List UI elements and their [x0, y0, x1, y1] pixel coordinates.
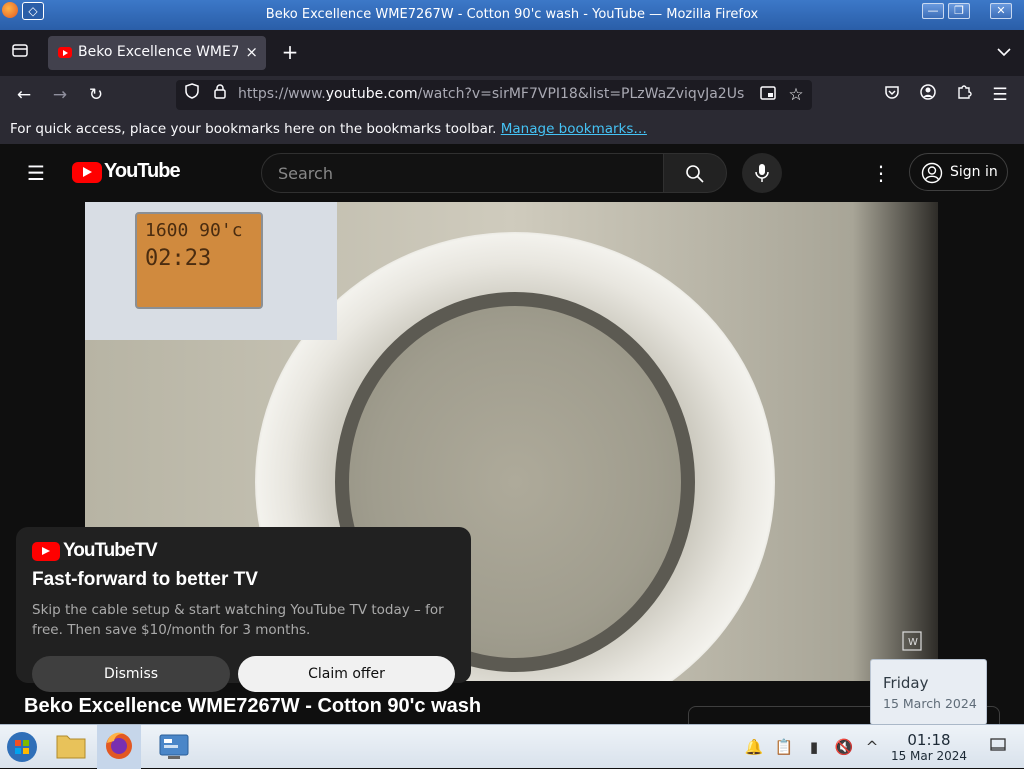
show-hidden-icons-icon[interactable]: ^ — [862, 737, 882, 757]
file-manager-icon[interactable] — [50, 725, 94, 769]
show-desktop-icon[interactable] — [988, 737, 1008, 757]
battery-icon[interactable]: ▮ — [804, 737, 824, 757]
voice-search-button[interactable] — [742, 153, 782, 193]
address-bar[interactable]: https://www.youtube.com/watch?v=sirMF7VP… — [176, 80, 812, 110]
clock-date: 15 Mar 2024 — [890, 749, 968, 763]
pocket-icon[interactable] — [878, 81, 906, 109]
taskbar: 🔔 📋 ▮ 🔇 ^ 01:18 15 Mar 2024 — [0, 724, 1024, 769]
search-input[interactable] — [278, 162, 648, 184]
promo-title: Fast-forward to better TV — [32, 569, 258, 590]
youtube-logo-icon[interactable] — [72, 162, 102, 183]
extensions-icon[interactable] — [950, 81, 978, 109]
search-box[interactable] — [261, 153, 664, 193]
account-circle-icon — [921, 162, 943, 184]
tooltip-day: Friday — [883, 674, 929, 692]
tooltip-date: 15 March 2024 — [883, 696, 977, 711]
calendar-tooltip: Friday 15 March 2024 — [870, 659, 987, 725]
video-title: Beko Excellence WME7267W - Cotton 90'c w… — [24, 695, 482, 717]
forward-icon[interactable]: → — [46, 81, 74, 109]
bookmarks-toolbar: For quick access, place your bookmarks h… — [0, 114, 1024, 144]
bookmarks-message: For quick access, place your bookmarks h… — [10, 121, 647, 137]
youtube-tv-logo-icon — [32, 542, 60, 561]
tab-strip: Beko Excellence WME72 × + — [0, 30, 1024, 76]
firefox-view-icon[interactable] — [6, 39, 34, 67]
back-icon[interactable]: ← — [10, 81, 38, 109]
window-title: Beko Excellence WME7267W - Cotton 90'c w… — [265, 7, 759, 22]
youtube-header: ☰ YouTube ⋮ Sign in — [0, 144, 1024, 202]
shield-icon[interactable] — [178, 81, 206, 109]
reload-icon[interactable]: ↻ — [82, 81, 110, 109]
lcd-spin-temp: 1600 90'c — [145, 220, 243, 241]
lcd-display: 1600 90'c 02:23 — [135, 212, 263, 309]
youtube-tv-logo-text: YouTubeTV — [63, 540, 158, 561]
account-icon[interactable] — [914, 81, 942, 109]
search-button[interactable] — [663, 153, 727, 193]
picture-in-picture-icon[interactable] — [754, 81, 782, 109]
bookmark-star-icon[interactable]: ☆ — [782, 81, 810, 109]
more-options-icon[interactable]: ⋮ — [867, 159, 895, 187]
clipboard-icon[interactable]: 📋 — [774, 737, 794, 757]
lcd-time-remaining: 02:23 — [145, 246, 212, 271]
window-title-bar[interactable]: ◇ Beko Excellence WME7267W - Cotton 90'c… — [0, 0, 1024, 30]
firefox-taskbar-icon[interactable] — [97, 725, 141, 769]
svg-text:W: W — [908, 637, 918, 648]
tab-label: Beko Excellence WME72 — [78, 44, 238, 60]
manage-bookmarks-link[interactable]: Manage bookmarks… — [501, 121, 647, 137]
clock-time: 01:18 — [907, 731, 951, 749]
notifications-icon[interactable]: 🔔 — [744, 737, 764, 757]
claim-offer-button[interactable]: Claim offer — [238, 656, 455, 692]
promo-body: Skip the cable setup & start watching Yo… — [32, 602, 444, 638]
sign-in-button[interactable]: Sign in — [909, 153, 1008, 191]
clock[interactable]: 01:18 15 Mar 2024 — [886, 731, 972, 763]
minimize-button[interactable]: — — [922, 3, 944, 19]
lock-icon[interactable] — [206, 81, 234, 109]
navigation-bar: ← → ↻ https://www.youtube.com/watch?v=si… — [0, 76, 1024, 114]
youtube-tv-promo: YouTubeTV Fast-forward to better TV Skip… — [16, 527, 471, 692]
youtube-logo-text[interactable]: YouTube — [104, 160, 181, 183]
maximize-button[interactable]: ❐ — [948, 3, 970, 19]
new-tab-button[interactable]: + — [276, 38, 304, 66]
dismiss-button[interactable]: Dismiss — [32, 656, 230, 692]
hamburger-menu-icon[interactable]: ☰ — [986, 81, 1014, 109]
url-text[interactable]: https://www.youtube.com/watch?v=sirMF7VP… — [238, 86, 748, 102]
guide-menu-icon[interactable]: ☰ — [22, 159, 50, 187]
close-tab-icon[interactable]: × — [245, 43, 258, 61]
youtube-favicon-icon — [58, 47, 72, 58]
list-all-tabs-button[interactable] — [990, 38, 1018, 66]
display-inset: 1600 90'c 02:23 — [85, 202, 337, 340]
volume-muted-icon[interactable]: 🔇 — [834, 737, 854, 757]
sign-in-label: Sign in — [950, 164, 998, 180]
system-settings-icon[interactable] — [152, 725, 196, 769]
tab-youtube-video[interactable]: Beko Excellence WME72 × — [48, 36, 266, 70]
start-menu-icon[interactable] — [0, 725, 44, 769]
close-window-button[interactable]: ✕ — [990, 3, 1012, 19]
